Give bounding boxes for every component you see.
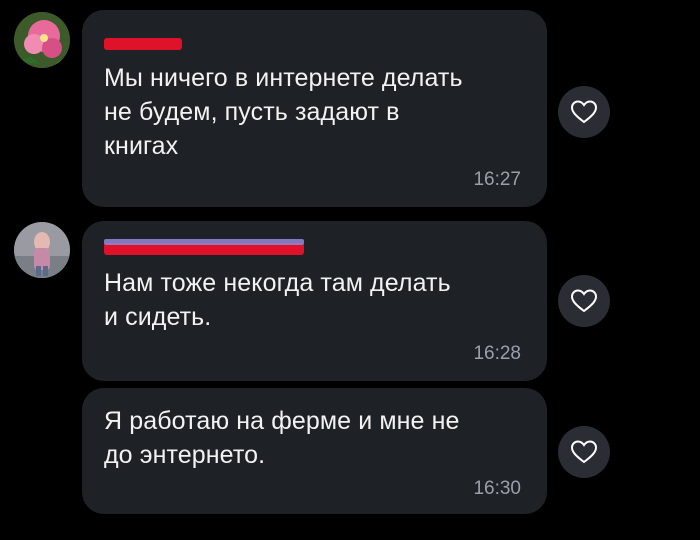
avatar-flowers-image	[14, 12, 70, 68]
like-button[interactable]	[558, 275, 610, 327]
avatar-photo-image	[14, 222, 70, 278]
message-text: Нам тоже некогда там делать и сидеть.	[104, 269, 451, 331]
avatar[interactable]	[14, 222, 70, 278]
message-time: 16:28	[473, 343, 521, 364]
heart-outline-icon	[570, 440, 598, 464]
sender-name-redacted	[104, 38, 182, 50]
heart-outline-icon	[570, 100, 598, 124]
like-button[interactable]	[558, 426, 610, 478]
avatar[interactable]	[14, 12, 70, 68]
message-bubble[interactable]: Нам тоже некогда там делать и сидеть. 16…	[82, 221, 547, 381]
message-text: Я работаю на ферме и мне не до энтернето…	[104, 407, 460, 469]
message-time: 16:27	[473, 169, 521, 190]
like-button[interactable]	[558, 86, 610, 138]
message-bubble[interactable]: Мы ничего в интернете делать не будем, п…	[82, 10, 547, 207]
message-time: 16:30	[473, 478, 521, 499]
sender-name-redacted	[104, 239, 304, 255]
message-text: Мы ничего в интернете делать не будем, п…	[104, 64, 463, 160]
message-bubble[interactable]: Я работаю на ферме и мне не до энтернето…	[82, 388, 547, 514]
heart-outline-icon	[570, 289, 598, 313]
